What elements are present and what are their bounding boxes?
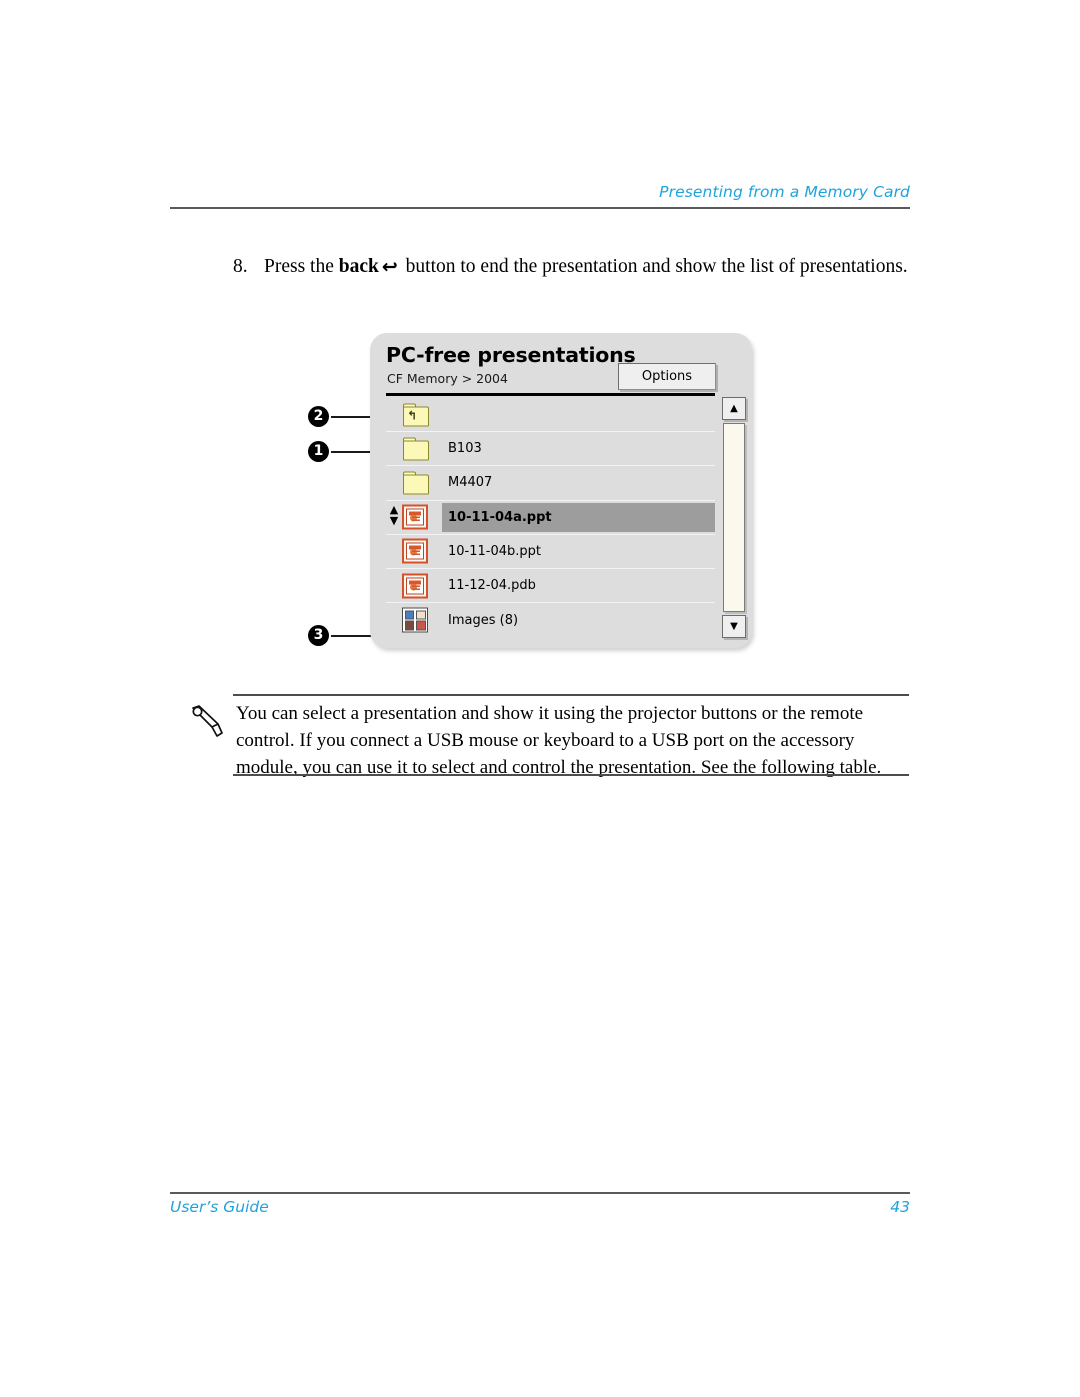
note-rule-bottom	[233, 774, 909, 776]
step-bold-word: back	[338, 256, 379, 277]
list-item-m4407[interactable]: M4407	[386, 466, 715, 501]
scroll-up-button[interactable]: ▲	[722, 397, 746, 420]
note-text: You can select a presentation and show i…	[236, 703, 882, 778]
header-rule	[170, 207, 910, 209]
list-item-11-12-04-pdb[interactable]: 11-12-04.pdb	[386, 569, 715, 604]
list-item-label: 10-11-04b.ppt	[448, 543, 541, 559]
up-down-selector-icon: ▲ ▼	[389, 503, 399, 528]
footer-rule	[170, 1192, 910, 1194]
note-rule-top	[233, 694, 909, 696]
scroll-down-button[interactable]: ▼	[722, 615, 746, 638]
callout-marker-2: 2	[308, 406, 329, 427]
back-arrow-icon: ↩	[381, 256, 398, 278]
dialog-title: PC-free presentations	[386, 343, 636, 367]
list-item-images[interactable]: Images (8)	[386, 603, 715, 637]
step-text-before: Press the	[264, 256, 339, 277]
file-list: ↰ B103 M4407 ▲ ▼ 10-11-04a.ppt 10-11-04b…	[386, 398, 715, 638]
callout-marker-3: 3	[308, 625, 329, 646]
list-item-label: B103	[448, 441, 482, 457]
step-text-after: button to end the presentation and show …	[400, 256, 908, 277]
powerpoint-icon	[402, 504, 428, 530]
list-item-10-11-04b-ppt[interactable]: 10-11-04b.ppt	[386, 535, 715, 569]
folder-up-icon: ↰	[402, 402, 430, 427]
step-paragraph: 8. Press the back ↩ button to end the pre…	[233, 254, 913, 281]
options-button[interactable]: Options	[618, 363, 716, 390]
dialog-header-divider	[386, 393, 715, 396]
list-item-10-11-04a-ppt[interactable]: ▲ ▼ 10-11-04a.ppt	[386, 501, 715, 535]
list-item-label: 10-11-04a.ppt	[448, 509, 552, 525]
pc-free-presentations-illustration: 2 1 3 PC-free presentations CF Memory > …	[300, 318, 770, 653]
running-head: Presenting from a Memory Card	[659, 183, 910, 201]
folder-icon	[402, 436, 430, 461]
pc-free-presentations-dialog: PC-free presentations CF Memory > 2004 O…	[370, 333, 752, 648]
list-item-label: M4407	[448, 475, 493, 491]
page-number: 43	[890, 1198, 910, 1216]
pencil-note-icon	[188, 703, 228, 741]
folder-icon	[402, 470, 430, 495]
powerpoint-icon	[402, 538, 428, 564]
images-folder-icon	[402, 607, 428, 633]
list-item-label: Images (8)	[448, 612, 519, 628]
callout-marker-1: 1	[308, 441, 329, 462]
scrollbar-thumb[interactable]	[723, 423, 745, 612]
step-number: 8.	[233, 256, 248, 277]
step-text: Press the back ↩ button to end the presen…	[264, 254, 913, 281]
breadcrumb: CF Memory > 2004	[387, 371, 508, 386]
list-item-b103[interactable]: B103	[386, 432, 715, 467]
powerpoint-icon	[402, 573, 428, 599]
scrollbar[interactable]: ▲ ▼	[722, 397, 746, 638]
list-item-parent-folder[interactable]: ↰	[386, 398, 715, 433]
list-item-label: 11-12-04.pdb	[448, 578, 536, 594]
